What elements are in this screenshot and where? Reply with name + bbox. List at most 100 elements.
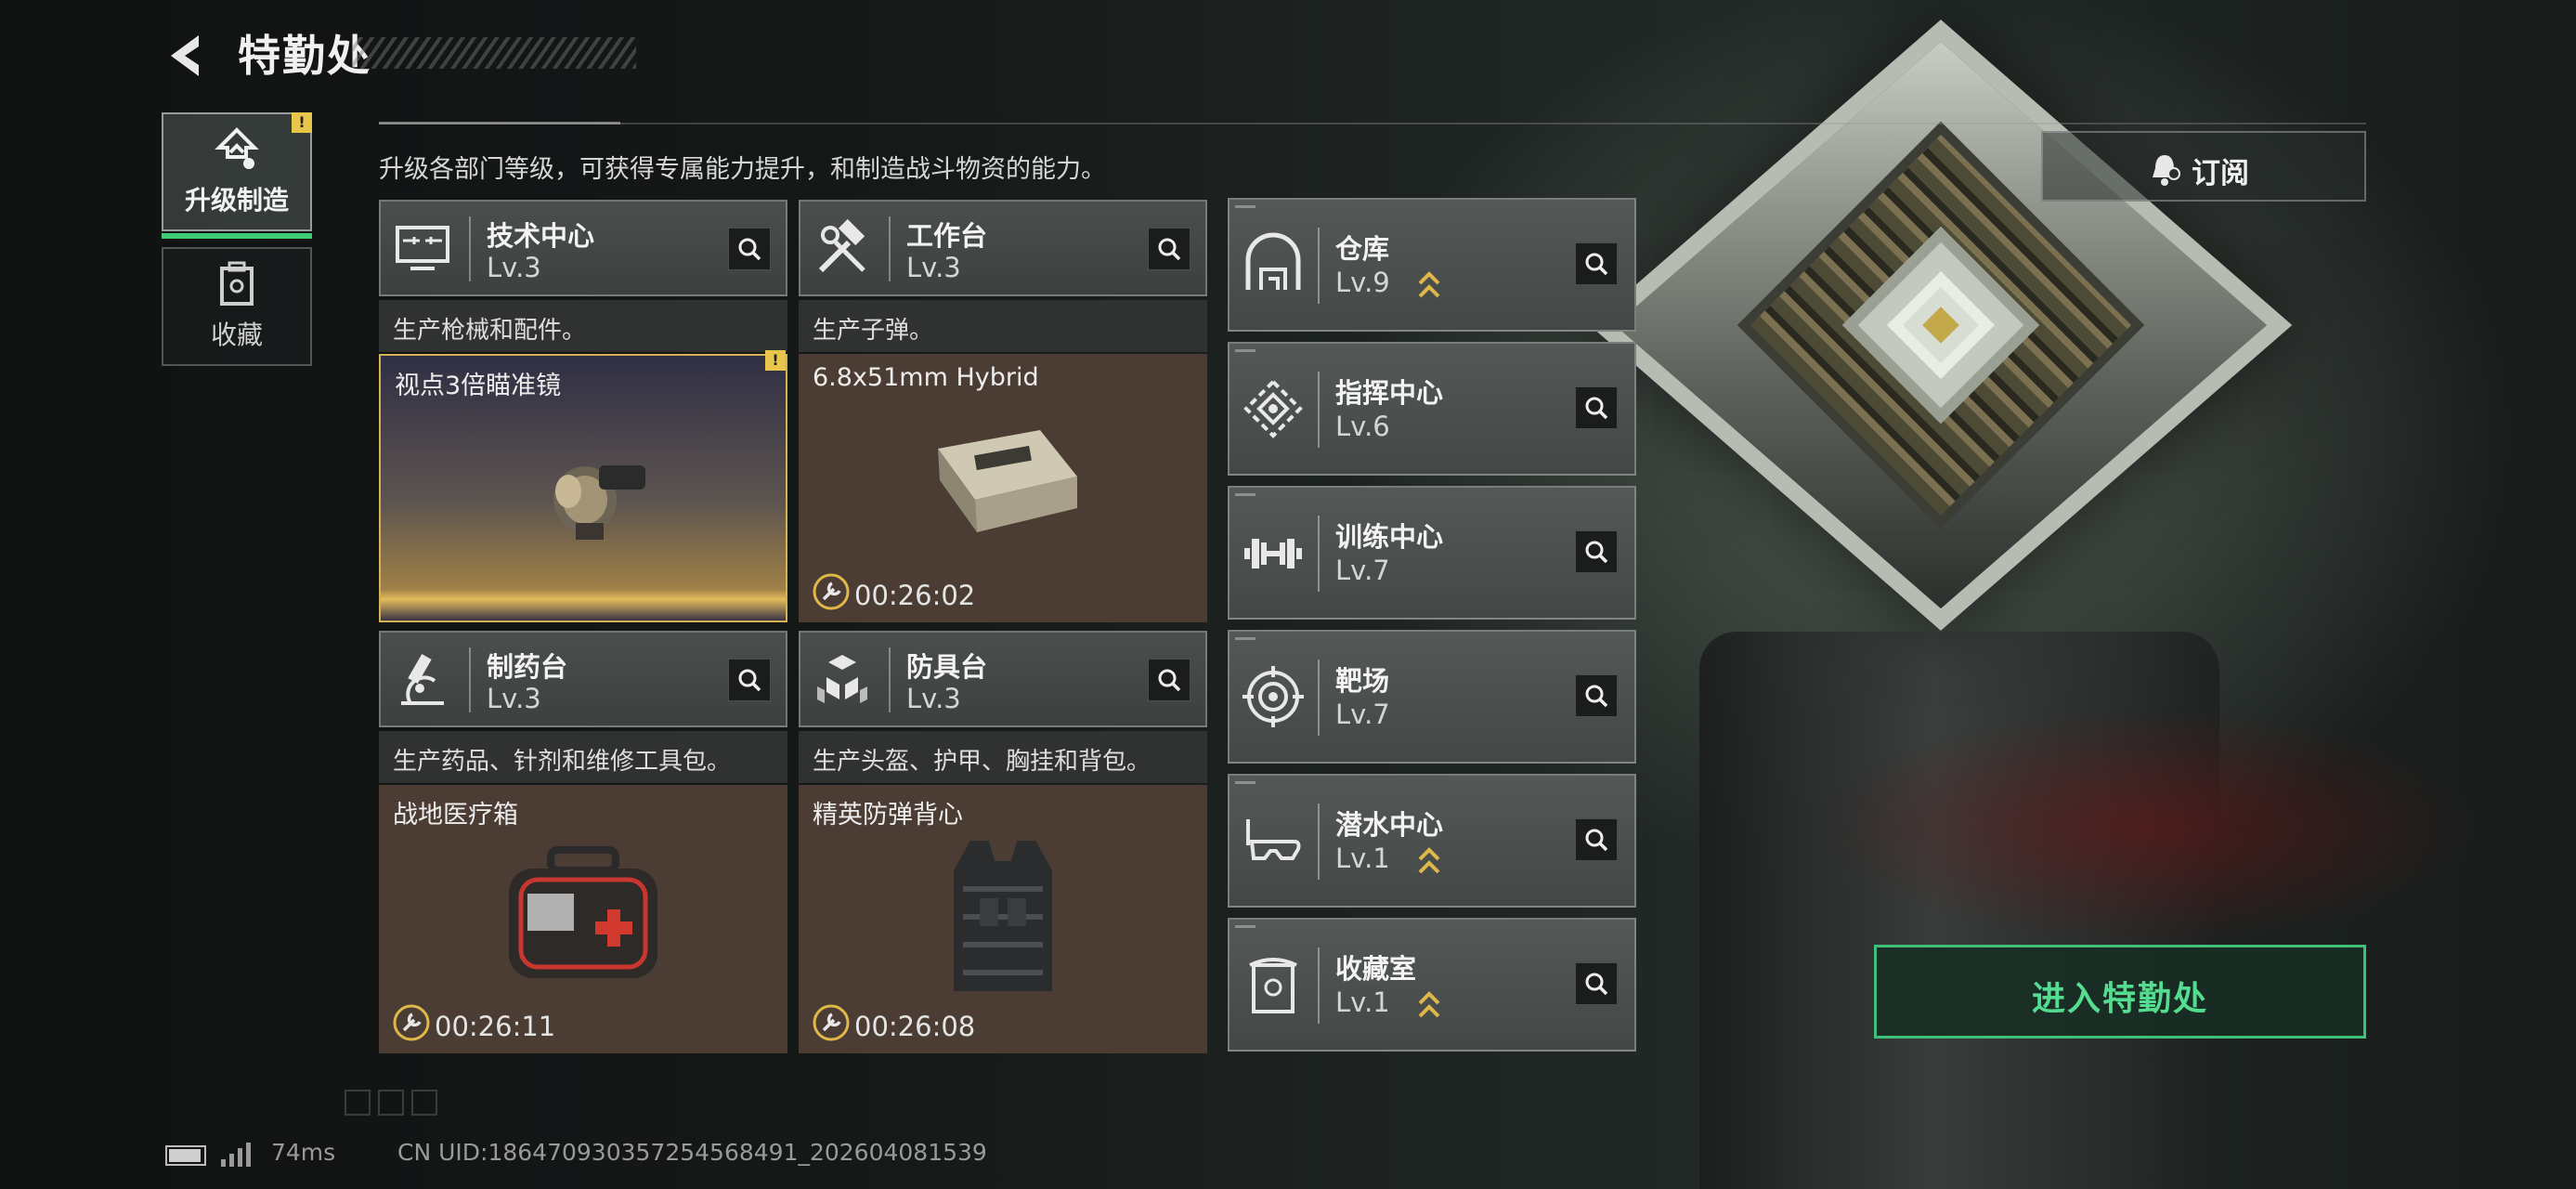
production-timer: 00:26:02 — [854, 580, 976, 611]
facility-name: 防具台 — [906, 651, 988, 683]
facility-name: 训练中心 — [1335, 521, 1444, 553]
header-divider-highlight — [379, 122, 620, 124]
facility-card-warehouse[interactable]: 仓库 Lv.9 — [1228, 198, 1636, 332]
collection-room-icon — [1249, 958, 1297, 1013]
production-subtitle-bar: 生产头盔、护甲、胸挂和背包。 — [799, 731, 1207, 783]
search-button[interactable] — [728, 659, 771, 701]
dumbbell-icon — [1244, 539, 1302, 568]
search-button[interactable] — [728, 228, 771, 270]
facility-name: 工作台 — [906, 220, 988, 252]
production-card-header[interactable]: 防具台 Lv.3 — [799, 631, 1207, 727]
header-separator — [889, 216, 891, 281]
warehouse-icon — [1245, 232, 1301, 290]
search-button[interactable] — [1148, 659, 1190, 701]
search-icon — [1158, 238, 1181, 261]
facility-separator — [1318, 228, 1320, 304]
back-button[interactable] — [158, 28, 214, 84]
scope-icon — [553, 465, 645, 540]
production-item-slot[interactable]: 视点3倍瞄准镜 ! — [379, 350, 787, 622]
facility-name: 指挥中心 — [1335, 377, 1444, 409]
subscribe-label: 订阅 — [2192, 157, 2249, 190]
production-item-slot[interactable]: 6.8x51mm Hybrid 00:26:02 — [799, 354, 1207, 622]
production-subtitle: 生产枪械和配件。 — [393, 317, 587, 345]
subscribe-button[interactable]: 订阅 — [2041, 131, 2366, 202]
battery-icon — [165, 1145, 206, 1166]
facility-separator — [1318, 660, 1320, 736]
command-center-icon — [1243, 379, 1303, 438]
background-red-glow — [1811, 706, 2479, 947]
wrench-timer-icon — [393, 1004, 430, 1041]
facility-name: 仓库 — [1335, 233, 1390, 265]
facility-level: Lv.3 — [906, 252, 961, 283]
production-item-name: 精英防弹背心 — [813, 801, 963, 830]
facility-separator — [1318, 372, 1320, 448]
tab-upgrade-craft-label: 升级制造 — [184, 185, 289, 216]
facility-card-diving-center[interactable]: 潜水中心 Lv.1 — [1228, 774, 1636, 908]
search-icon — [738, 669, 761, 692]
facility-separator — [1318, 516, 1320, 592]
header-separator — [469, 216, 471, 281]
enter-special-ops-button[interactable]: 进入特勤处 — [1874, 945, 2366, 1039]
enter-special-ops-label: 进入特勤处 — [2031, 980, 2208, 1018]
production-card-header[interactable]: 工作台 Lv.3 — [799, 200, 1207, 296]
target-icon — [1242, 666, 1304, 727]
user-uid: CN UID:1864709303572545684​91_2026040815… — [397, 1139, 987, 1166]
search-icon — [1585, 685, 1608, 708]
facility-card-command-center[interactable]: 指挥中心 Lv.6 — [1228, 342, 1636, 476]
production-subtitle-bar: 生产枪械和配件。 — [379, 300, 787, 352]
search-button[interactable] — [1575, 386, 1618, 429]
production-card-header[interactable]: 技术中心 Lv.3 — [379, 200, 787, 296]
production-item-name: 视点3倍瞄准镜 — [395, 372, 562, 400]
alert-badge: ! — [765, 350, 786, 371]
production-item-slot[interactable]: 战地医疗箱 00:26:11 — [379, 785, 787, 1053]
search-icon — [738, 238, 761, 261]
production-item-name: 战地医疗箱 — [393, 801, 518, 830]
microscope-icon — [401, 654, 444, 705]
vest-icon — [954, 841, 1052, 991]
facility-card-training-center[interactable]: 训练中心 Lv.7 — [1228, 486, 1636, 620]
monitor-icon — [396, 226, 449, 270]
search-button[interactable] — [1575, 530, 1618, 573]
alert-badge: ! — [292, 112, 312, 133]
header-separator — [889, 647, 891, 712]
tab-collection[interactable]: 收藏 — [162, 247, 312, 366]
search-button[interactable] — [1575, 674, 1618, 717]
facility-separator — [1318, 947, 1320, 1024]
production-subtitle-bar: 生产子弹。 — [799, 300, 1207, 352]
upgrade-chevron-icon — [1418, 991, 1440, 1018]
search-icon — [1158, 669, 1181, 692]
upgrade-chevron-icon — [1418, 847, 1440, 874]
facility-level: Lv.3 — [487, 683, 541, 714]
production-subtitle: 生产头盔、护甲、胸挂和背包。 — [813, 748, 1151, 776]
facility-name: 潜水中心 — [1335, 809, 1444, 841]
facility-name: 技术中心 — [487, 220, 595, 252]
header-divider — [379, 123, 2366, 124]
facility-name: 靶场 — [1335, 665, 1390, 697]
facility-level: Lv.9 — [1335, 267, 1390, 298]
hammer-wrench-icon — [818, 218, 865, 273]
facility-card-shooting-range[interactable]: 靶场 Lv.7 — [1228, 630, 1636, 764]
production-item-slot[interactable]: 精英防弹背心 00:26:08 — [799, 785, 1207, 1053]
search-button[interactable] — [1148, 228, 1190, 270]
search-icon — [1585, 253, 1608, 276]
facility-level: Lv.1 — [1335, 986, 1390, 1018]
facility-level: Lv.3 — [906, 683, 961, 714]
production-timer: 00:26:08 — [854, 1011, 976, 1042]
wrench-timer-icon — [813, 1004, 850, 1041]
tab-upgrade-craft[interactable]: 升级制造 ! — [162, 112, 312, 239]
wrench-timer-icon — [813, 573, 850, 610]
search-icon — [1585, 973, 1608, 996]
production-subtitle: 生产药品、针剂和维修工具包。 — [393, 748, 732, 776]
header-separator — [469, 647, 471, 712]
facility-name: 收藏室 — [1335, 953, 1417, 985]
search-button[interactable] — [1575, 242, 1618, 285]
production-card-header[interactable]: 制药台 Lv.3 — [379, 631, 787, 727]
production-item-name: 6.8x51mm Hybrid — [813, 363, 1039, 392]
tab-collection-label: 收藏 — [210, 320, 263, 350]
search-icon — [1585, 541, 1608, 564]
production-card-workbench: 工作台 Lv.3 生产子弹。 6.8x51mm Hybrid 00:26:02 — [799, 200, 1207, 622]
search-button[interactable] — [1575, 962, 1618, 1005]
facility-card-collection-room[interactable]: 收藏室 Lv.1 — [1228, 918, 1636, 1052]
search-button[interactable] — [1575, 818, 1618, 861]
upgrade-chevron-icon — [1418, 271, 1440, 298]
